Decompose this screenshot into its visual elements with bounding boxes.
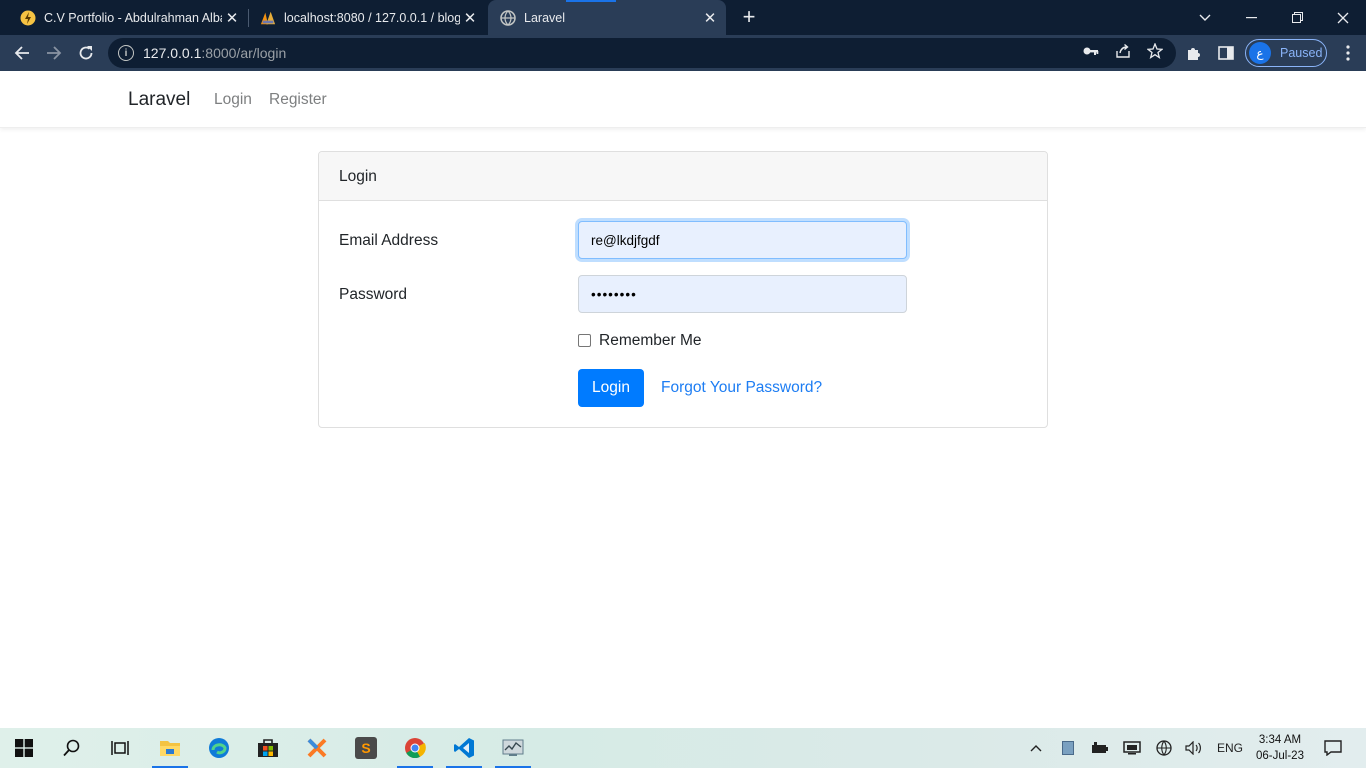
card-title: Login: [339, 168, 377, 185]
password-label: Password: [339, 286, 408, 303]
side-panel-icon[interactable]: [1216, 43, 1236, 63]
reload-icon[interactable]: [72, 39, 100, 67]
start-windows-icon[interactable]: [2, 728, 46, 768]
back-arrow-icon[interactable]: [8, 39, 36, 67]
url-path: :8000/ar/login: [201, 45, 287, 61]
browser-tab-strip: C.V Portfolio - Abdulrahman Alba ✕ local…: [0, 0, 1366, 35]
app-navbar: Laravel Login Register: [0, 71, 1366, 128]
task-view-icon[interactable]: [98, 728, 142, 768]
login-button[interactable]: Login: [578, 369, 644, 407]
sublime-s-icon: S: [355, 737, 377, 759]
brand-link[interactable]: Laravel: [128, 89, 190, 111]
clock-date: 06-Jul-23: [1256, 750, 1304, 762]
profile-status: Paused: [1280, 46, 1323, 60]
lightning-favicon-icon: [20, 10, 36, 26]
tablet-tray-icon[interactable]: [1058, 728, 1078, 768]
remember-me-label[interactable]: Remember Me: [599, 332, 702, 350]
notifications-icon[interactable]: [1322, 728, 1344, 768]
tab-close-icon[interactable]: ✕: [222, 9, 242, 27]
tab-phpmyadmin[interactable]: localhost:8080 / 127.0.0.1 / blog ✕: [248, 0, 486, 35]
remember-me-checkbox[interactable]: [578, 334, 591, 347]
new-tab-plus-icon[interactable]: +: [736, 4, 762, 30]
key-icon[interactable]: [1082, 42, 1100, 60]
vscode-icon[interactable]: [442, 728, 486, 768]
xampp-icon[interactable]: [295, 728, 339, 768]
battery-icon[interactable]: [1090, 728, 1110, 768]
browser-toolbar: i 127.0.0.1:8000/ar/login ع Paused: [0, 35, 1366, 71]
email-field[interactable]: [578, 221, 907, 259]
clock-time: 3:34 AM: [1258, 734, 1302, 746]
globe-favicon-icon: [500, 9, 516, 26]
close-window-icon[interactable]: [1320, 0, 1366, 35]
tab-close-icon[interactable]: ✕: [700, 9, 720, 27]
profile-avatar: ع: [1249, 42, 1271, 64]
tab-title: Laravel: [524, 10, 565, 25]
forward-arrow-icon[interactable]: [40, 39, 68, 67]
restore-icon[interactable]: [1274, 0, 1320, 35]
minimize-icon[interactable]: [1228, 0, 1274, 35]
show-hidden-icons-chevron-icon[interactable]: [1026, 728, 1046, 768]
extensions-puzzle-icon[interactable]: [1184, 43, 1204, 63]
windows-taskbar: S ENG 3:34 AM 06-Jul-23: [0, 728, 1366, 768]
tab-title: localhost:8080 / 127.0.0.1 / blog: [284, 10, 460, 25]
display-tray-icon[interactable]: [1122, 728, 1142, 768]
store-icon[interactable]: [246, 728, 290, 768]
card-header: Login: [319, 152, 1047, 201]
chrome-icon[interactable]: [393, 728, 437, 768]
tab-close-icon[interactable]: ✕: [460, 9, 480, 27]
file-explorer-icon[interactable]: [148, 728, 192, 768]
volume-icon[interactable]: [1184, 728, 1204, 768]
edge-icon[interactable]: [197, 728, 241, 768]
phpmyadmin-favicon-icon: [260, 10, 276, 26]
tab-title: C.V Portfolio - Abdulrahman Alba: [44, 10, 222, 25]
browser-menu-kebab-icon[interactable]: [1338, 43, 1358, 63]
tab-cv-portfolio[interactable]: C.V Portfolio - Abdulrahman Alba ✕: [8, 0, 248, 35]
url-host: 127.0.0.1: [143, 45, 202, 61]
sublime-text-icon[interactable]: S: [344, 728, 388, 768]
nav-login-link[interactable]: Login: [214, 91, 252, 109]
url-text: 127.0.0.1:8000/ar/login: [143, 45, 286, 61]
resource-monitor-icon[interactable]: [491, 728, 535, 768]
password-field[interactable]: [578, 275, 907, 313]
address-bar[interactable]: i 127.0.0.1:8000/ar/login: [108, 38, 1176, 68]
nav-register-link[interactable]: Register: [269, 91, 327, 109]
bookmark-star-icon[interactable]: [1146, 42, 1164, 60]
language-indicator[interactable]: ENG: [1212, 728, 1248, 768]
system-clock[interactable]: 3:34 AM 06-Jul-23: [1250, 732, 1310, 764]
tab-laravel[interactable]: Laravel ✕: [488, 0, 726, 35]
tab-search-chevron-icon[interactable]: [1182, 0, 1228, 35]
site-info-icon[interactable]: i: [118, 45, 134, 61]
network-globe-icon[interactable]: [1154, 728, 1174, 768]
profile-button[interactable]: ع Paused: [1245, 39, 1327, 67]
forgot-password-link[interactable]: Forgot Your Password?: [661, 379, 822, 397]
share-icon[interactable]: [1114, 42, 1132, 60]
search-icon[interactable]: [50, 728, 94, 768]
email-label: Email Address: [339, 232, 439, 249]
